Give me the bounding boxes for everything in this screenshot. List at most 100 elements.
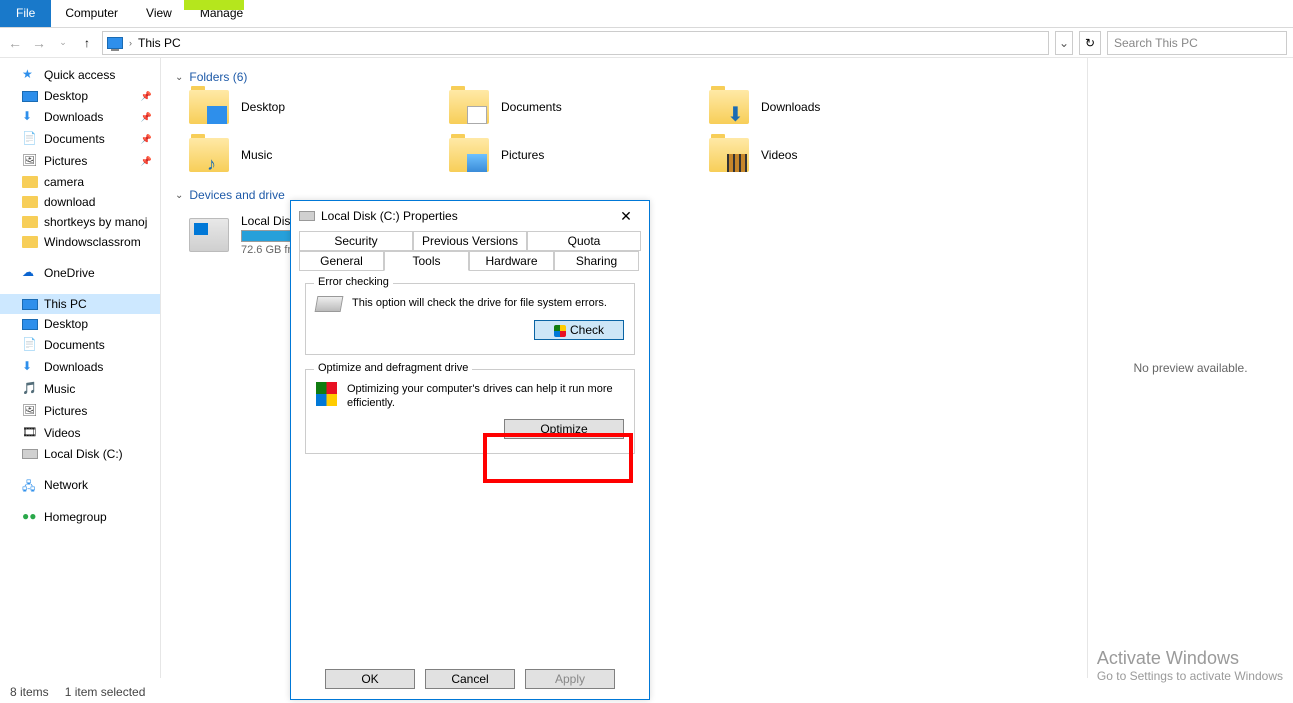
star-icon: ★ bbox=[22, 67, 38, 83]
group-error-checking: Error checking This option will check th… bbox=[305, 283, 635, 355]
sidebar-item-documents[interactable]: 📄Documents📌 bbox=[0, 128, 160, 150]
folder-pictures[interactable]: Pictures bbox=[449, 138, 709, 172]
ok-button[interactable]: OK bbox=[325, 669, 415, 689]
sidebar-item-desktop[interactable]: Desktop📌 bbox=[0, 86, 160, 106]
folder-documents[interactable]: Documents bbox=[449, 90, 709, 124]
button-label: Check bbox=[570, 323, 604, 337]
search-input[interactable]: Search This PC bbox=[1107, 31, 1287, 55]
close-button[interactable]: ✕ bbox=[611, 208, 641, 225]
sidebar-network[interactable]: 🖧 Network bbox=[0, 474, 160, 496]
dialog-title: Local Disk (C:) Properties bbox=[321, 209, 458, 223]
hdd-icon bbox=[315, 296, 344, 312]
nav-back[interactable]: ← bbox=[6, 35, 24, 51]
sidebar-label: Documents bbox=[44, 338, 105, 352]
pictures-icon: 🖼 bbox=[22, 153, 38, 169]
folder-icon: ♪ bbox=[189, 138, 229, 172]
folder-icon bbox=[22, 216, 38, 228]
sidebar-label: download bbox=[44, 195, 95, 209]
tab-file[interactable]: File bbox=[0, 0, 51, 27]
dialog-titlebar[interactable]: Local Disk (C:) Properties ✕ bbox=[291, 201, 649, 231]
folder-icon bbox=[22, 176, 38, 188]
sidebar-label: Downloads bbox=[44, 360, 103, 374]
sidebar-label: Quick access bbox=[44, 68, 115, 82]
sidebar-pc-desktop[interactable]: Desktop bbox=[0, 314, 160, 334]
folder-icon bbox=[22, 236, 38, 248]
folder-downloads[interactable]: ⬇Downloads bbox=[709, 90, 969, 124]
tab-general[interactable]: General bbox=[299, 251, 384, 271]
sidebar-label: shortkeys by manoj bbox=[44, 215, 147, 229]
nav-up[interactable]: ↑ bbox=[78, 36, 96, 50]
apply-button[interactable]: Apply bbox=[525, 669, 615, 689]
group-legend: Error checking bbox=[314, 276, 393, 288]
check-button[interactable]: Check bbox=[534, 320, 624, 340]
sidebar-label: Downloads bbox=[44, 110, 103, 124]
sidebar-pc-documents[interactable]: 📄Documents bbox=[0, 334, 160, 356]
sidebar-onedrive[interactable]: ☁OneDrive bbox=[0, 262, 160, 284]
sidebar-label: Videos bbox=[44, 426, 80, 440]
sidebar-quickaccess[interactable]: ★ Quick access bbox=[0, 64, 160, 86]
tab-manage-highlight bbox=[184, 0, 244, 10]
sidebar-pc-localdisk[interactable]: Local Disk (C:) bbox=[0, 444, 160, 464]
folder-icon bbox=[22, 196, 38, 208]
address-text: This PC bbox=[138, 36, 181, 50]
sidebar-item-shortkeys[interactable]: shortkeys by manoj bbox=[0, 212, 160, 232]
cancel-button[interactable]: Cancel bbox=[425, 669, 515, 689]
nav-forward[interactable]: → bbox=[30, 35, 48, 51]
chevron-icon: › bbox=[129, 38, 132, 48]
dialog-buttons: OK Cancel Apply bbox=[291, 661, 649, 699]
group-legend: Optimize and defragment drive bbox=[314, 362, 472, 374]
sidebar-item-downloads[interactable]: ⬇Downloads📌 bbox=[0, 106, 160, 128]
sidebar-item-windowsclassroom[interactable]: Windowsclassrom bbox=[0, 232, 160, 252]
sidebar-label: Music bbox=[44, 382, 75, 396]
pin-icon: 📌 bbox=[141, 134, 152, 145]
sidebar-item-camera[interactable]: camera bbox=[0, 172, 160, 192]
sidebar-label: Local Disk (C:) bbox=[44, 447, 123, 461]
address-drop[interactable]: ⌄ bbox=[1055, 31, 1073, 55]
network-icon: 🖧 bbox=[22, 477, 38, 493]
tab-computer[interactable]: Computer bbox=[51, 0, 132, 27]
tab-view[interactable]: View bbox=[132, 0, 186, 27]
tab-tools[interactable]: Tools bbox=[384, 251, 469, 271]
tab-security[interactable]: Security bbox=[299, 231, 413, 251]
sidebar-item-pictures[interactable]: 🖼 Pictures 📌 bbox=[0, 150, 160, 172]
folder-music[interactable]: ♪Music bbox=[189, 138, 449, 172]
section-folders[interactable]: ⌄ Folders (6) bbox=[175, 64, 1073, 90]
sidebar-pc-downloads[interactable]: ⬇ Downloads bbox=[0, 356, 160, 378]
video-icon: 🎞 bbox=[22, 425, 38, 441]
folder-label: Desktop bbox=[241, 100, 285, 114]
folder-desktop[interactable]: Desktop bbox=[189, 90, 449, 124]
sidebar-label: Homegroup bbox=[44, 510, 107, 524]
pin-icon: 📌 bbox=[141, 156, 152, 167]
tab-quota[interactable]: Quota bbox=[527, 231, 641, 251]
tab-sharing[interactable]: Sharing bbox=[554, 251, 639, 271]
ribbon: File Computer View Manage bbox=[0, 0, 1293, 28]
sidebar-pc-pictures[interactable]: 🖼Pictures bbox=[0, 400, 160, 422]
sidebar-pc-videos[interactable]: 🎞 Videos bbox=[0, 422, 160, 444]
drive-icon bbox=[189, 218, 229, 252]
sidebar-label: Network bbox=[44, 478, 88, 492]
sidebar-homegroup[interactable]: ●●Homegroup bbox=[0, 506, 160, 528]
folder-icon bbox=[709, 138, 749, 172]
thispc-icon bbox=[107, 37, 123, 49]
refresh-button[interactable]: ↻ bbox=[1079, 31, 1101, 55]
sidebar-label: This PC bbox=[44, 297, 87, 311]
section-title: Folders (6) bbox=[189, 70, 247, 84]
navbar: ← → ⌄ ↑ › This PC ⌄ ↻ Search This PC bbox=[0, 28, 1293, 58]
sidebar-label: Windowsclassrom bbox=[44, 235, 141, 249]
desktop-icon bbox=[22, 319, 38, 330]
sidebar-thispc[interactable]: This PC bbox=[0, 294, 160, 314]
sidebar-pc-music[interactable]: 🎵Music bbox=[0, 378, 160, 400]
download-icon: ⬇ bbox=[22, 359, 38, 375]
highlight-optimize bbox=[483, 433, 633, 483]
tab-hardware[interactable]: Hardware bbox=[469, 251, 554, 271]
properties-dialog: Local Disk (C:) Properties ✕ Security Pr… bbox=[290, 200, 650, 700]
sidebar-label: camera bbox=[44, 175, 84, 189]
address-bar[interactable]: › This PC bbox=[102, 31, 1049, 55]
download-icon: ⬇ bbox=[22, 109, 38, 125]
tab-previous-versions[interactable]: Previous Versions bbox=[413, 231, 527, 251]
sidebar-label: Pictures bbox=[44, 154, 87, 168]
sidebar-item-download[interactable]: download bbox=[0, 192, 160, 212]
cloud-icon: ☁ bbox=[22, 265, 38, 281]
nav-recent[interactable]: ⌄ bbox=[54, 37, 72, 48]
folder-videos[interactable]: Videos bbox=[709, 138, 969, 172]
